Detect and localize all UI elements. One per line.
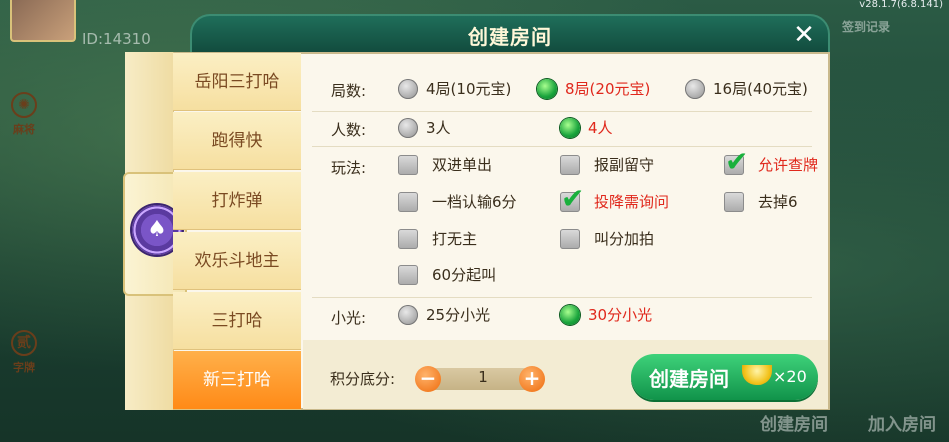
rounds-label: 局数:: [331, 82, 367, 100]
rounds-option-label: 8局(20元宝): [565, 80, 651, 98]
tab-huanle-doudizhu[interactable]: 欢乐斗地主: [173, 232, 301, 290]
checkmark-icon: ✔: [561, 182, 585, 215]
base-score-value: 1: [478, 368, 488, 386]
tab-yueyang-sandaha[interactable]: 岳阳三打哈: [173, 53, 301, 111]
players-option-label: 4人: [588, 119, 613, 137]
tab-xin-sandaha[interactable]: 新三打哈: [173, 351, 301, 410]
close-icon[interactable]: ✕: [790, 22, 818, 50]
rule-label: 一档认输6分: [432, 193, 517, 211]
bg-join-room-button[interactable]: 加入房间: [868, 410, 936, 435]
category-mahjong-label: 麻将: [13, 123, 35, 136]
radio-dot: [398, 79, 418, 99]
rule-label: 叫分加拍: [594, 230, 655, 248]
ingot-icon: [742, 365, 772, 385]
mahjong-icon: ✺: [11, 92, 37, 118]
radio-dot: [560, 305, 580, 325]
radio-dot: [537, 79, 557, 99]
radio-dot: [398, 118, 418, 138]
radio-dot: [398, 305, 418, 325]
rule-label: 60分起叫: [432, 266, 497, 284]
category-mahjong[interactable]: ✺ 麻将: [0, 92, 48, 137]
base-score-label: 积分底分:: [330, 370, 396, 388]
rules-label: 玩法:: [331, 159, 367, 177]
tab-dazhadan[interactable]: 打炸弹: [173, 172, 301, 230]
radio-dot: [685, 79, 705, 99]
rule-label: 投降需询问: [594, 193, 670, 211]
create-room-button[interactable]: 创建房间 ×20: [631, 354, 818, 400]
plus-icon[interactable]: +: [519, 366, 545, 392]
tab-paodekuai[interactable]: 跑得快: [173, 112, 301, 170]
rule-label: 双进单出: [432, 156, 493, 174]
minus-icon[interactable]: −: [415, 366, 441, 392]
user-id-label: ID:14310: [82, 30, 151, 48]
checkbox-box: [398, 229, 418, 249]
rule-label: 允许查牌: [758, 156, 819, 174]
create-room-cost: ×20: [773, 367, 807, 386]
modal-title: 创建房间: [468, 25, 552, 49]
checkbox-box: [398, 265, 418, 285]
divider: [312, 297, 812, 298]
divider: [312, 111, 812, 112]
rounds-option-label: 16局(40元宝): [713, 80, 808, 98]
rule-label: 报副留守: [594, 156, 655, 174]
small-light-label: 小光:: [331, 309, 367, 327]
checkbox-box: [724, 192, 744, 212]
rounds-option-label: 4局(10元宝): [426, 80, 512, 98]
version-label: v28.1.7(6.8.141): [859, 0, 943, 10]
tab-sandaha[interactable]: 三打哈: [173, 292, 301, 350]
small-light-option-label: 30分小光: [588, 306, 653, 324]
checkin-record-link[interactable]: 签到记录: [842, 18, 890, 35]
players-label: 人数:: [331, 121, 367, 139]
category-zipai-label: 字牌: [13, 361, 35, 374]
checkbox-box: [560, 155, 580, 175]
players-option-label: 3人: [426, 119, 451, 137]
checkbox-box: [560, 229, 580, 249]
small-light-option-label: 25分小光: [426, 306, 491, 324]
rule-label: 打无主: [432, 230, 478, 248]
avatar[interactable]: [10, 0, 76, 42]
category-zipai[interactable]: 贰 字牌: [0, 330, 48, 375]
checkbox-box: [398, 192, 418, 212]
checkmark-icon: ✔: [725, 145, 749, 178]
checkbox-box: [398, 155, 418, 175]
bg-create-room-button[interactable]: 创建房间: [760, 410, 828, 435]
rule-label: 去掉6: [758, 193, 798, 211]
create-room-label: 创建房间: [649, 367, 729, 391]
modal-title-bar: 创建房间: [190, 14, 830, 52]
zi-pai-icon: 贰: [11, 330, 37, 356]
radio-dot: [560, 118, 580, 138]
